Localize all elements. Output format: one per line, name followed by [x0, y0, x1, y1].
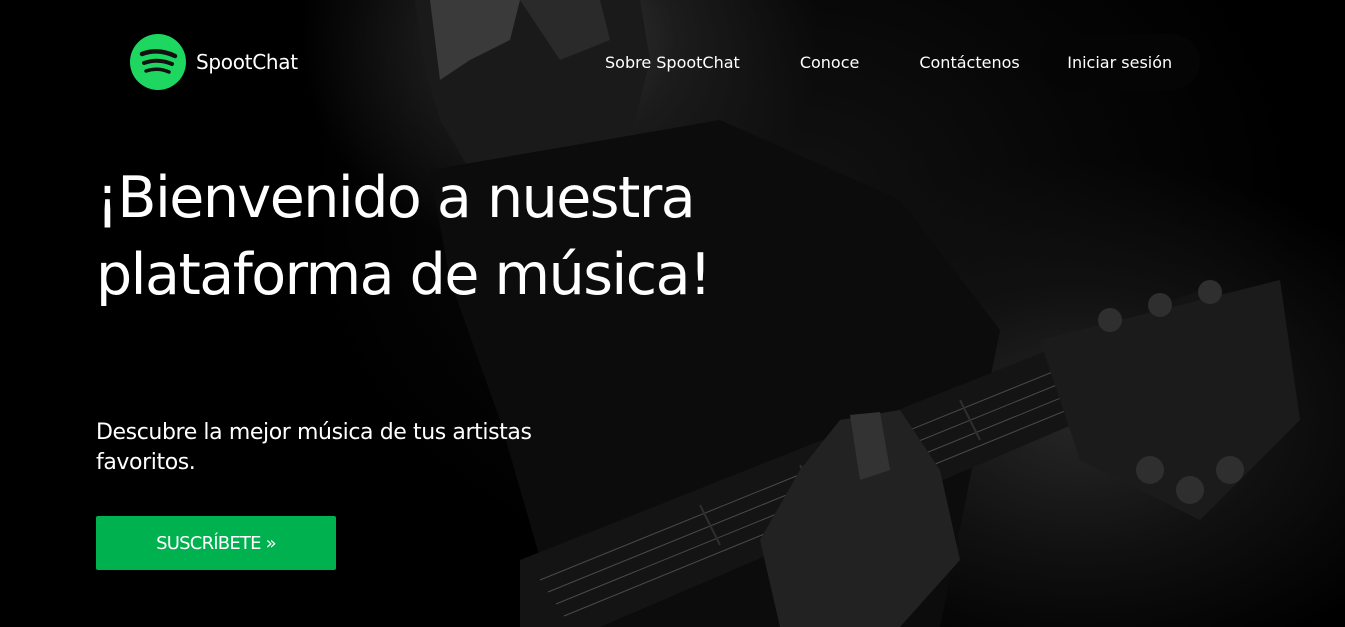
- spotify-style-logo-icon: [130, 34, 186, 90]
- hero-headline: ¡Bienvenido a nuestra plataforma de músi…: [96, 165, 712, 308]
- hero-section: SpootChat Sobre SpootChat Conoce Contáct…: [0, 0, 1345, 627]
- nav-link-about[interactable]: Sobre SpootChat: [590, 53, 755, 72]
- main-nav: Sobre SpootChat Conoce Contáctenos Inici…: [590, 34, 1200, 90]
- subscribe-button[interactable]: SUSCRÍBETE »: [96, 516, 336, 570]
- login-button[interactable]: Iniciar sesión: [1039, 34, 1200, 90]
- brand-name: SpootChat: [196, 50, 298, 74]
- logo-link[interactable]: SpootChat: [130, 34, 298, 90]
- nav-link-contact[interactable]: Contáctenos: [904, 53, 1034, 72]
- hero-subheadline: Descubre la mejor música de tus artistas…: [96, 420, 532, 475]
- nav-link-discover[interactable]: Conoce: [785, 53, 875, 72]
